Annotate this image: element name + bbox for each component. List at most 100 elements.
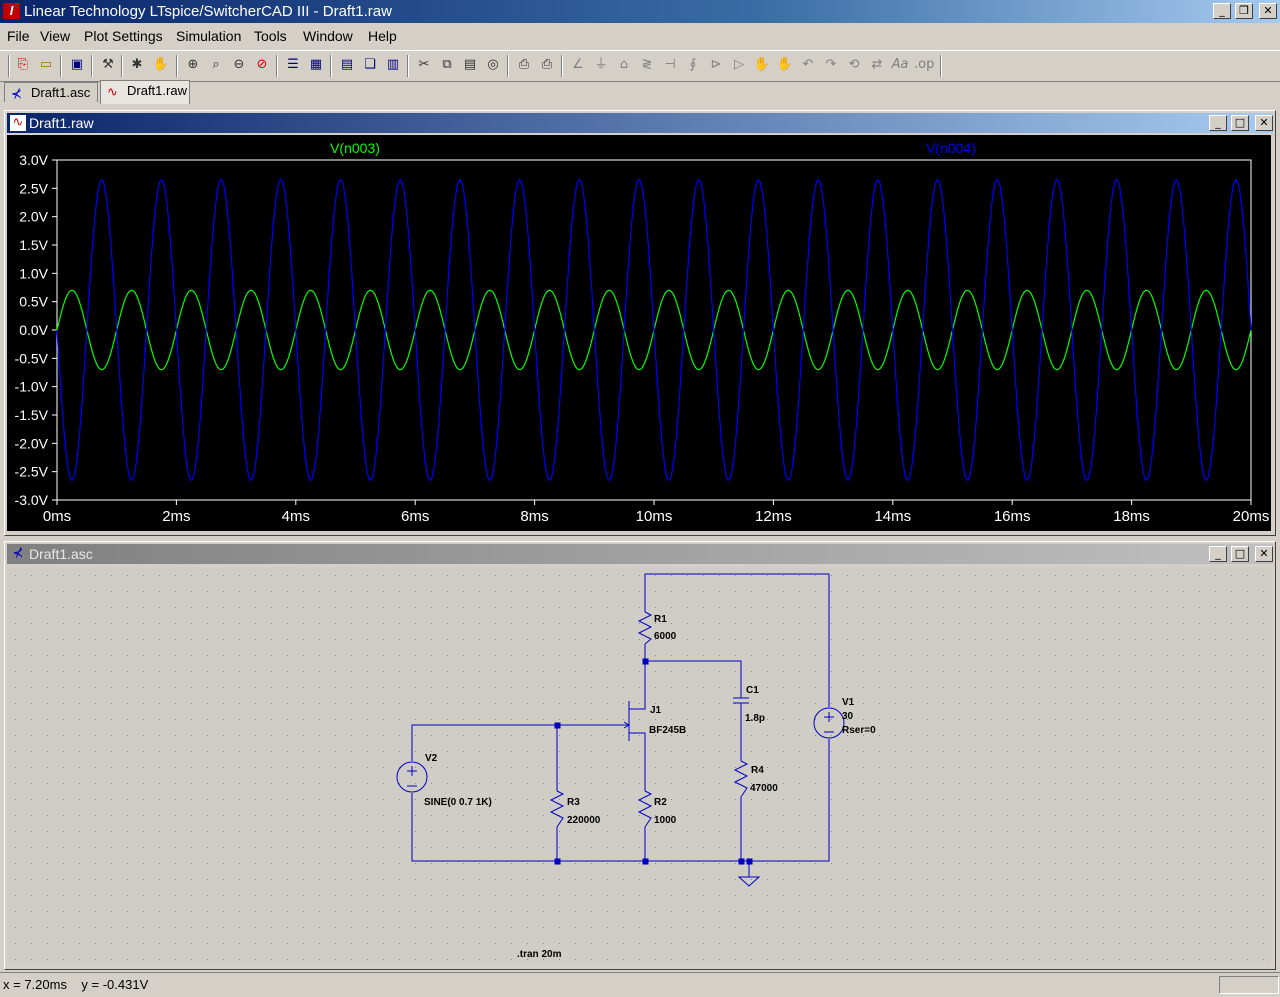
paste-icon[interactable]: ▤ bbox=[461, 56, 479, 74]
tile-vertical-icon[interactable]: ▥ bbox=[384, 56, 402, 74]
cut-icon[interactable]: ✂ bbox=[415, 56, 433, 74]
y-tick-label: -1.0V bbox=[15, 379, 49, 395]
print-preview-icon[interactable]: ⎙ bbox=[515, 56, 533, 74]
junction bbox=[554, 722, 561, 729]
control-panel-icon[interactable]: ⚒ bbox=[99, 56, 117, 74]
y-tick-label: 1.0V bbox=[19, 265, 48, 281]
y-tick-label: 0.0V bbox=[19, 322, 48, 338]
cascade-icon[interactable]: ❏ bbox=[361, 56, 379, 74]
zoom-area-icon[interactable]: ⌕ bbox=[207, 56, 225, 74]
menu-help[interactable]: Help bbox=[368, 28, 397, 44]
r1-value: 6000 bbox=[654, 631, 677, 642]
tab-draft1-raw[interactable]: ∿ Draft1.raw bbox=[100, 80, 190, 104]
y-tick-label: -2.0V bbox=[15, 435, 49, 451]
waveform-close-button[interactable]: ✕ bbox=[1255, 115, 1273, 131]
open-icon[interactable]: ▭ bbox=[37, 56, 55, 74]
title-bar: I Linear Technology LTspice/SwitcherCAD … bbox=[0, 0, 1280, 23]
drag-icon[interactable]: ✋ bbox=[776, 56, 794, 74]
r2-ref: R2 bbox=[654, 797, 667, 808]
legend-v-n003[interactable]: V(n003) bbox=[330, 140, 380, 156]
spice-directive[interactable]: .tran 20m bbox=[517, 949, 562, 960]
y-tick-label: 2.5V bbox=[19, 180, 48, 196]
schematic-window: ⊀ Draft1.asc _ □ ✕ R1 6000 C1 1.8p J1 BF… bbox=[4, 541, 1276, 970]
x-tick-label: 14ms bbox=[874, 508, 911, 525]
menu-file[interactable]: File bbox=[7, 28, 30, 44]
schematic-icon: ⊀ bbox=[12, 546, 24, 561]
text-icon[interactable]: Aa bbox=[891, 56, 909, 74]
x-tick-label: 12ms bbox=[755, 508, 792, 525]
waveform-window-title-bar: ∿ Draft1.raw _ □ ✕ bbox=[7, 113, 1273, 133]
minimize-button[interactable]: _ bbox=[1213, 3, 1231, 19]
capacitor-icon[interactable]: ⊣ bbox=[661, 56, 679, 74]
waveform-plot[interactable]: 3.0V 2.5V 2.0V 1.5V 1.0V 0.5V 0.0V -0.5V -1.0V -1… bbox=[7, 135, 1271, 531]
tab-draft1-asc[interactable]: ⊀ Draft1.asc bbox=[4, 82, 98, 102]
label-net-icon[interactable]: ⌂ bbox=[615, 56, 633, 74]
schematic-window-title: Draft1.asc bbox=[29, 546, 93, 562]
close-button[interactable]: ✕ bbox=[1259, 3, 1277, 19]
toolbar: ⎘ ▭ ▣ ⚒ ✱ ✋ ⊕ ⌕ ⊖ ⊘ ☰ ▦ ▤ ❏ ▥ ✂ ⧉ ▤ ◎ ⎙ … bbox=[0, 50, 1280, 82]
y-tick-label: -0.5V bbox=[15, 350, 49, 366]
v1-rser: Rser=0 bbox=[842, 725, 876, 736]
waveform-maximize-button[interactable]: □ bbox=[1231, 115, 1249, 131]
inductor-icon[interactable]: ∮ bbox=[684, 56, 702, 74]
waveform-icon: ∿ bbox=[107, 85, 118, 100]
y-tick-label: -2.5V bbox=[15, 464, 49, 480]
restore-button[interactable]: ❐ bbox=[1235, 3, 1253, 19]
ground-icon[interactable]: ⏚ bbox=[592, 56, 610, 74]
new-schematic-icon[interactable]: ⎘ bbox=[14, 56, 32, 74]
legend-v-n004[interactable]: V(n004) bbox=[926, 140, 976, 156]
wire-icon[interactable]: ∠ bbox=[569, 56, 587, 74]
schematic-minimize-button[interactable]: _ bbox=[1209, 546, 1227, 562]
tab-label: Draft1.asc bbox=[31, 85, 91, 100]
zoom-cancel-icon[interactable]: ⊘ bbox=[253, 56, 271, 74]
junction bbox=[642, 858, 649, 865]
v2-ref: V2 bbox=[425, 753, 438, 764]
x-tick-label: 2ms bbox=[162, 508, 190, 525]
redo-icon[interactable]: ↷ bbox=[822, 56, 840, 74]
copy-icon[interactable]: ⧉ bbox=[438, 56, 456, 74]
undo-icon[interactable]: ↶ bbox=[799, 56, 817, 74]
menu-window[interactable]: Window bbox=[303, 28, 353, 44]
zoom-in-icon[interactable]: ⊕ bbox=[184, 56, 202, 74]
x-tick-label: 8ms bbox=[520, 508, 548, 525]
schematic-maximize-button[interactable]: □ bbox=[1231, 546, 1249, 562]
j1-value: BF245B bbox=[649, 725, 686, 736]
y-tick-label: -3.0V bbox=[15, 492, 49, 508]
waveform-minimize-button[interactable]: _ bbox=[1209, 115, 1227, 131]
halt-icon[interactable]: ✋ bbox=[152, 56, 170, 74]
menu-plot-settings[interactable]: Plot Settings bbox=[84, 28, 163, 44]
v1-ref: V1 bbox=[842, 697, 855, 708]
zoom-out-icon[interactable]: ⊖ bbox=[230, 56, 248, 74]
j1-ref: J1 bbox=[650, 705, 662, 716]
spice-directive-icon[interactable]: .op bbox=[914, 56, 934, 74]
v2-value: SINE(0 0.7 1K) bbox=[424, 797, 492, 808]
x-tick-label: 16ms bbox=[994, 508, 1031, 525]
x-tick-label: 10ms bbox=[636, 508, 673, 525]
r2-value: 1000 bbox=[654, 815, 677, 826]
y-tick-label: 3.0V bbox=[19, 152, 48, 168]
menu-view[interactable]: View bbox=[40, 28, 70, 44]
rotate-icon[interactable]: ⟲ bbox=[845, 56, 863, 74]
junction bbox=[642, 658, 649, 665]
waveform-window: ∿ Draft1.raw _ □ ✕ 3.0V 2.5V 2.0V 1.5V 1.0V 0… bbox=[4, 110, 1276, 536]
run-icon[interactable]: ✱ bbox=[128, 56, 146, 74]
y-tick-label: 1.5V bbox=[19, 237, 48, 253]
print-icon[interactable]: ⎙ bbox=[538, 56, 556, 74]
menu-tools[interactable]: Tools bbox=[254, 28, 287, 44]
find-icon[interactable]: ◎ bbox=[484, 56, 502, 74]
diode-icon[interactable]: ⊳ bbox=[707, 56, 725, 74]
autorange-icon[interactable]: ☰ bbox=[284, 56, 302, 74]
junction bbox=[554, 858, 561, 865]
component-icon[interactable]: ▷ bbox=[730, 56, 748, 74]
tile-horizontal-icon[interactable]: ▤ bbox=[338, 56, 356, 74]
window-title: Linear Technology LTspice/SwitcherCAD II… bbox=[24, 3, 392, 20]
v1-value: 30 bbox=[842, 711, 854, 722]
mirror-icon[interactable]: ⇄ bbox=[868, 56, 886, 74]
resistor-icon[interactable]: ≷ bbox=[638, 56, 656, 74]
plot-settings-icon[interactable]: ▦ bbox=[307, 56, 325, 74]
menu-simulation[interactable]: Simulation bbox=[176, 28, 241, 44]
move-icon[interactable]: ✋ bbox=[753, 56, 771, 74]
save-icon[interactable]: ▣ bbox=[68, 56, 86, 74]
schematic-close-button[interactable]: ✕ bbox=[1255, 546, 1273, 562]
schematic-canvas[interactable]: R1 6000 C1 1.8p J1 BF245B V1 30 Rser=0 V… bbox=[7, 567, 1271, 965]
